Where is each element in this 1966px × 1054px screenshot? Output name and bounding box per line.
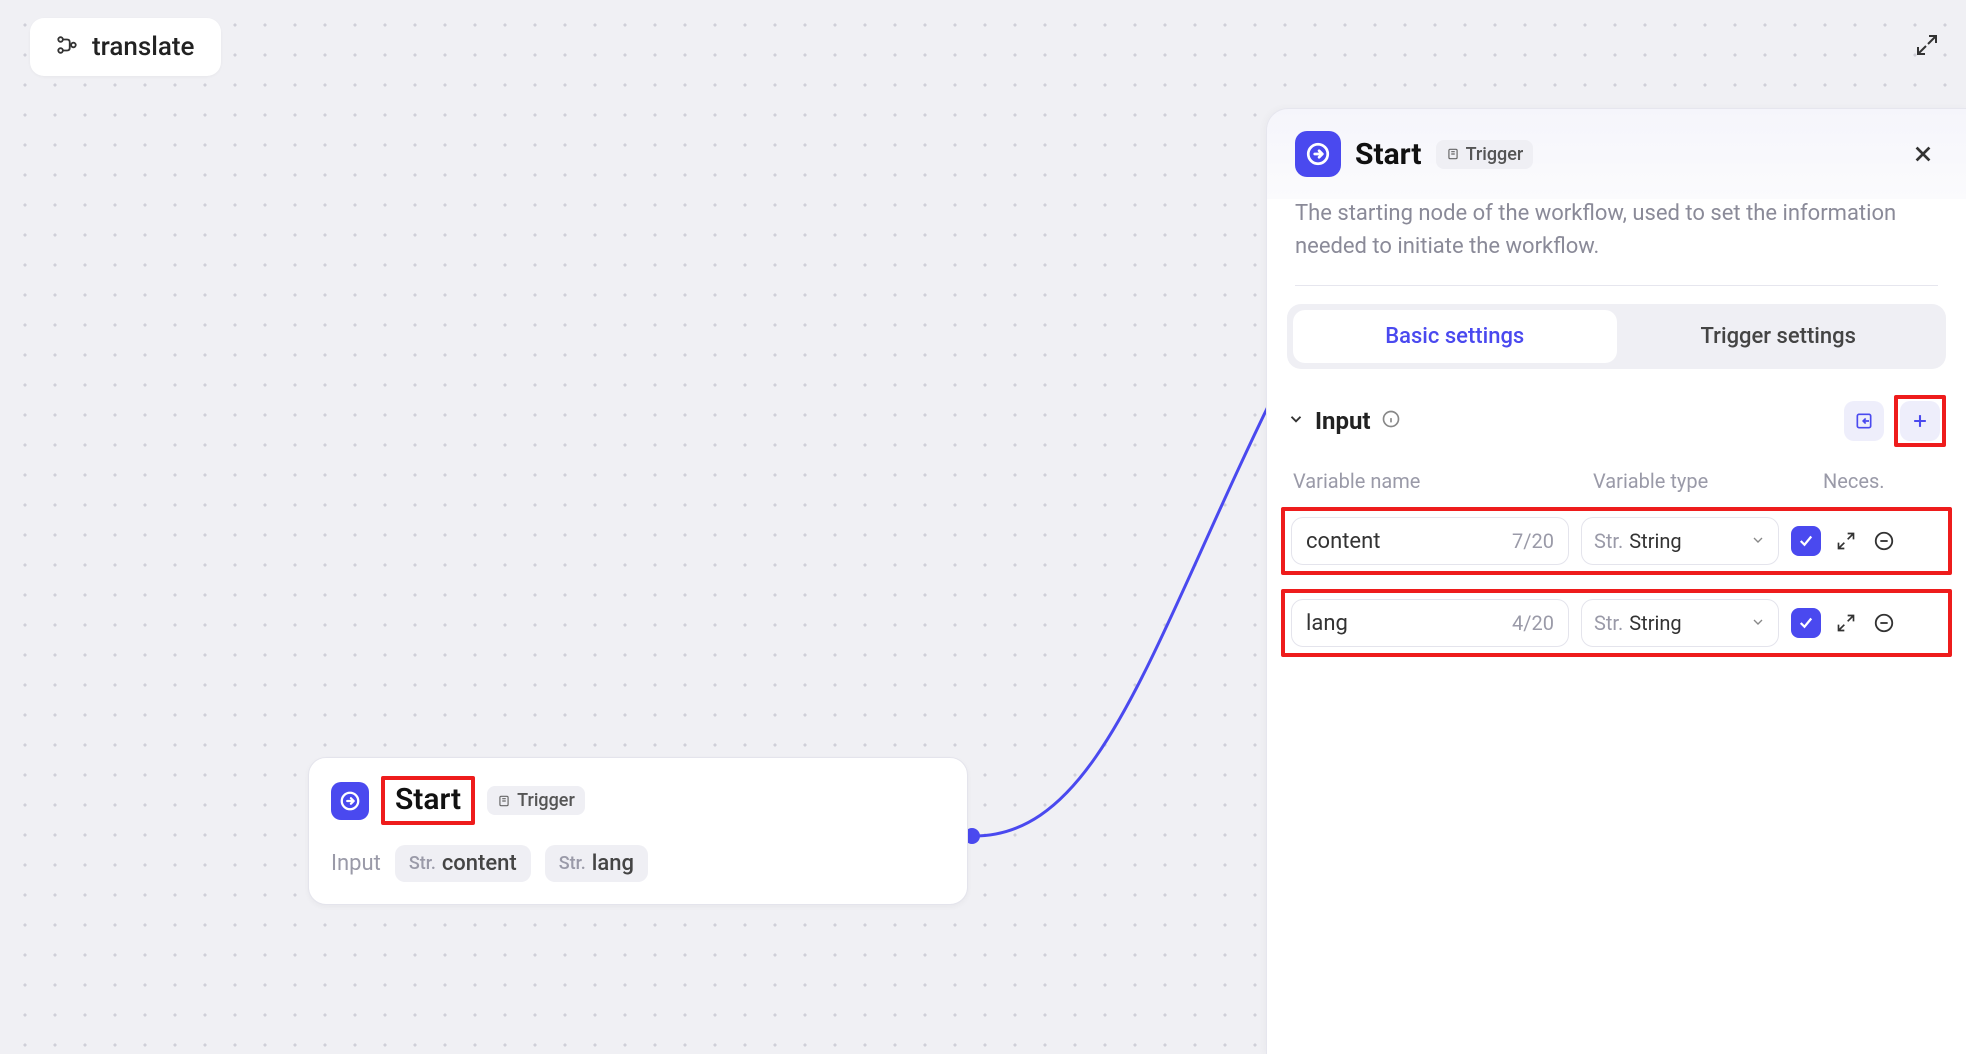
necessary-checkbox[interactable] xyxy=(1791,526,1821,556)
type-prefix: Str. xyxy=(1594,611,1623,635)
variable-type-select[interactable]: Str. String xyxy=(1581,599,1779,647)
tab-basic-settings[interactable]: Basic settings xyxy=(1293,310,1617,363)
fullscreen-button[interactable] xyxy=(1912,30,1942,60)
workflow-icon xyxy=(56,34,78,60)
chevron-down-icon xyxy=(1750,529,1766,553)
node-var-chip: Str. content xyxy=(395,845,531,882)
section-title-input: Input xyxy=(1315,407,1371,435)
panel-trigger-badge-label: Trigger xyxy=(1466,144,1524,165)
check-icon xyxy=(1797,532,1815,550)
minus-circle-icon xyxy=(1873,530,1895,552)
expand-icon xyxy=(1836,613,1856,633)
close-panel-button[interactable] xyxy=(1908,139,1938,169)
expand-icon xyxy=(1836,531,1856,551)
chevron-down-icon xyxy=(1287,410,1305,428)
tab-trigger-settings[interactable]: Trigger settings xyxy=(1617,310,1941,363)
start-node[interactable]: Start Trigger Input Str. content Str. la… xyxy=(308,757,968,905)
var-type-prefix: Str. xyxy=(559,853,586,874)
minus-circle-icon xyxy=(1873,612,1895,634)
variable-name-input[interactable]: lang 4/20 xyxy=(1291,599,1569,647)
section-collapse-toggle[interactable] xyxy=(1287,410,1305,432)
type-value: String xyxy=(1629,529,1750,553)
highlight-box: content 7/20 Str. String xyxy=(1281,507,1952,575)
remove-variable-button[interactable] xyxy=(1871,610,1897,636)
workflow-name: translate xyxy=(92,32,195,62)
highlight-box: Start xyxy=(381,776,475,825)
variable-name-count: 4/20 xyxy=(1512,611,1554,635)
node-title: Start xyxy=(395,782,461,817)
expand-variable-button[interactable] xyxy=(1833,610,1859,636)
type-value: String xyxy=(1629,611,1750,635)
highlight-box xyxy=(1894,395,1946,447)
variable-row: content 7/20 Str. String xyxy=(1291,517,1942,565)
variable-name-value: lang xyxy=(1306,611,1512,636)
necessary-checkbox[interactable] xyxy=(1791,608,1821,638)
trigger-icon xyxy=(1446,147,1460,161)
workflow-title-pill: translate xyxy=(30,18,221,76)
node-config-panel: Start Trigger The starting node of the w… xyxy=(1266,108,1966,1054)
info-icon xyxy=(1381,409,1401,429)
var-name: lang xyxy=(592,851,634,876)
panel-title: Start xyxy=(1355,137,1422,172)
trigger-icon xyxy=(497,794,511,808)
expand-variable-button[interactable] xyxy=(1833,528,1859,554)
check-icon xyxy=(1797,614,1815,632)
add-variable-button[interactable] xyxy=(1900,401,1940,441)
variable-type-select[interactable]: Str. String xyxy=(1581,517,1779,565)
trigger-badge: Trigger xyxy=(487,786,585,815)
node-var-chip: Str. lang xyxy=(545,845,648,882)
trigger-badge-label: Trigger xyxy=(517,790,575,811)
import-variables-button[interactable] xyxy=(1844,401,1884,441)
panel-trigger-badge: Trigger xyxy=(1436,140,1534,169)
variables-table-header: Variable name Variable type Neces. xyxy=(1287,469,1946,493)
panel-start-icon xyxy=(1295,131,1341,177)
variable-row: lang 4/20 Str. String xyxy=(1291,599,1942,647)
settings-tabs: Basic settings Trigger settings xyxy=(1287,304,1946,369)
expand-icon xyxy=(1915,33,1939,57)
var-type-prefix: Str. xyxy=(409,853,436,874)
chevron-down-icon xyxy=(1750,611,1766,635)
col-variable-name: Variable name xyxy=(1293,469,1593,493)
remove-variable-button[interactable] xyxy=(1871,528,1897,554)
highlight-box: lang 4/20 Str. String xyxy=(1281,589,1952,657)
col-necessary: Neces. xyxy=(1823,469,1940,493)
variable-name-value: content xyxy=(1306,529,1512,554)
close-icon xyxy=(1912,143,1934,165)
node-input-label: Input xyxy=(331,851,381,876)
col-variable-type: Variable type xyxy=(1593,469,1823,493)
start-node-icon xyxy=(331,782,369,820)
plus-icon xyxy=(1910,411,1930,431)
import-icon xyxy=(1854,411,1874,431)
section-info-button[interactable] xyxy=(1381,409,1401,433)
variable-name-count: 7/20 xyxy=(1512,529,1554,553)
type-prefix: Str. xyxy=(1594,529,1623,553)
var-name: content xyxy=(442,851,517,876)
variable-name-input[interactable]: content 7/20 xyxy=(1291,517,1569,565)
panel-description: The starting node of the workflow, used … xyxy=(1295,197,1938,286)
